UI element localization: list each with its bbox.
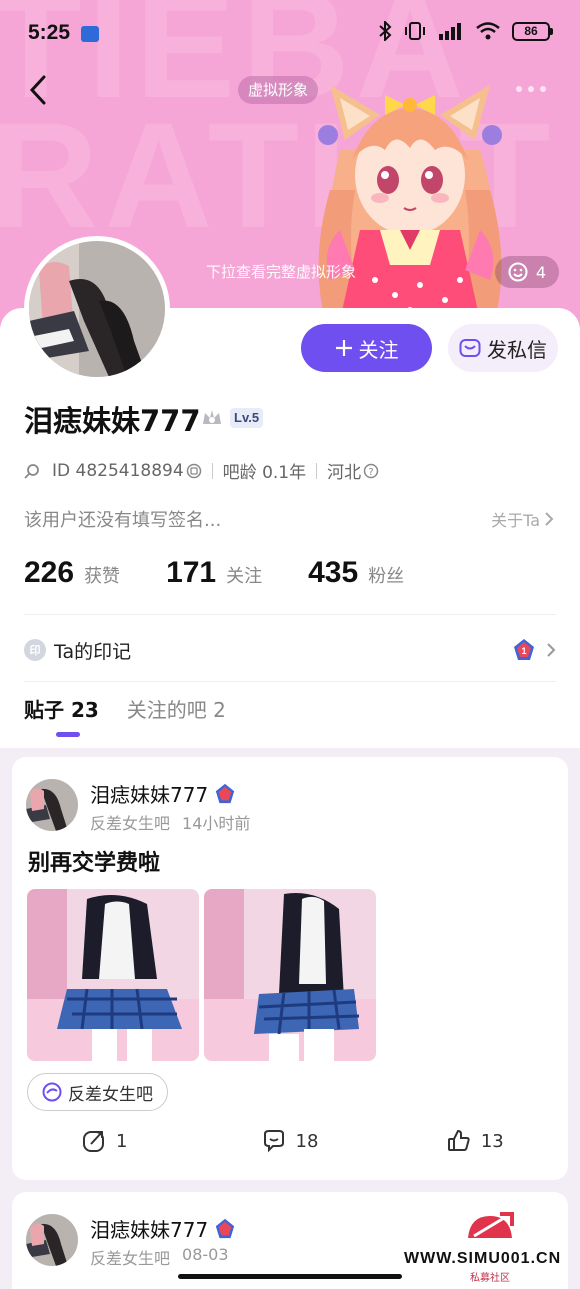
send-message-button[interactable]: 发私信: [448, 324, 558, 372]
rank-badge-icon: [216, 783, 235, 803]
more-options-icon[interactable]: [516, 86, 546, 92]
post-bar: 反差女生吧: [90, 814, 171, 833]
plus-icon: [335, 340, 352, 356]
post-image[interactable]: [27, 889, 199, 1061]
thumbs-up-icon: [447, 1129, 470, 1151]
post-time: 14小时前: [182, 814, 251, 833]
divider: [24, 681, 556, 682]
marks-title: Ta的印记: [54, 640, 132, 663]
stat-following-value: 171: [166, 556, 217, 589]
post-bar-tag-label: 反差女生吧: [68, 1084, 153, 1105]
marks-icon: 印: [24, 639, 46, 661]
stat-following[interactable]: 171 关注: [166, 556, 262, 590]
virtual-avatar-illustration[interactable]: [300, 80, 520, 320]
tab-followed-bars[interactable]: 关注的吧 2: [127, 694, 226, 723]
share-button[interactable]: 1: [12, 1129, 197, 1153]
bluetooth-icon: [379, 21, 392, 41]
vibrate-icon: [405, 22, 425, 40]
back-button[interactable]: [20, 70, 56, 110]
follow-label: 关注: [358, 337, 399, 362]
post-meta: 反差女生吧 08-03: [90, 1245, 229, 1269]
mail-icon: [459, 339, 481, 357]
post-author-name: 泪痣妹妹777: [90, 783, 209, 807]
tab-posts[interactable]: 贴子 23: [24, 694, 99, 737]
watermark-subtext: 私募社区: [470, 1273, 510, 1284]
site-watermark: WWW.SIMU001.CN 私募社区: [404, 1206, 580, 1284]
avatar-like-count: 4: [535, 262, 547, 282]
avatar-like-button[interactable]: 4: [495, 256, 559, 288]
post-card[interactable]: 泪痣妹妹777 反差女生吧 14小时前 别再交学费啦 反差女生吧 1 18 13: [12, 757, 568, 1180]
pull-down-hint: 下拉查看完整虚拟形象: [206, 263, 357, 281]
post-actions: 1 18 13: [12, 1129, 568, 1153]
level-badge[interactable]: Lv.5: [230, 408, 264, 428]
user-meta-row: ID 4825418894 吧龄 0.1年 河北 ?: [24, 458, 379, 483]
ta-marks-row[interactable]: 印 Ta的印记 1: [24, 630, 556, 670]
watermark-text: WWW.SIMU001.CN: [404, 1250, 562, 1267]
stat-likes-value: 226: [24, 556, 75, 589]
user-stats: 226 获赞 171 关注 435 粉丝: [24, 556, 450, 590]
about-ta-link[interactable]: 关于Ta: [491, 507, 554, 531]
divider: [24, 614, 556, 615]
bar-age: 吧龄 0.1年: [222, 463, 307, 483]
stat-likes[interactable]: 226 获赞: [24, 556, 120, 590]
post-time: 08-03: [182, 1245, 229, 1264]
rank-badge-icon: [216, 1218, 235, 1238]
app-notification-icon: [81, 26, 99, 42]
post-author-avatar[interactable]: [26, 779, 78, 831]
watermark-logo-icon: [468, 1212, 514, 1238]
post-meta: 反差女生吧 14小时前: [90, 810, 250, 834]
member-crown-icon[interactable]: [201, 408, 223, 428]
username: 泪痣妹妹777: [24, 404, 201, 438]
battery-icon: 86: [512, 21, 553, 41]
signal-icon: [439, 23, 461, 40]
like-count: 13: [480, 1130, 504, 1152]
stat-likes-label: 获赞: [84, 566, 121, 587]
user-avatar[interactable]: [24, 236, 170, 382]
share-icon: [82, 1131, 104, 1152]
share-count: 1: [115, 1130, 128, 1152]
chevron-right-icon: [545, 512, 554, 526]
wifi-icon: [476, 22, 500, 40]
post-author[interactable]: 泪痣妹妹777: [90, 779, 236, 808]
home-indicator[interactable]: [178, 1274, 402, 1279]
svg-text:?: ?: [368, 467, 373, 478]
user-signature: 该用户还没有填写签名...: [24, 510, 222, 531]
bar-icon: [42, 1082, 62, 1102]
virtual-avatar-tag[interactable]: 虚拟形象: [238, 76, 319, 104]
post-image[interactable]: [204, 889, 376, 1061]
post-author-avatar[interactable]: [26, 1214, 78, 1266]
follow-button[interactable]: 关注: [301, 324, 432, 372]
stat-following-label: 关注: [226, 566, 263, 587]
stat-fans-value: 435: [308, 556, 359, 589]
comment-count: 18: [295, 1130, 319, 1152]
search-id-icon: [24, 463, 39, 479]
send-message-label: 发私信: [487, 337, 547, 362]
post-bar-tag[interactable]: 反差女生吧: [27, 1073, 168, 1111]
comment-button[interactable]: 18: [197, 1129, 382, 1153]
profile-tabs: 贴子 23 关注的吧 2: [24, 694, 226, 737]
marks-right: 1: [512, 638, 556, 662]
copy-icon[interactable]: [186, 463, 202, 479]
post-title[interactable]: 别再交学费啦: [28, 845, 160, 877]
post-author[interactable]: 泪痣妹妹777: [90, 1214, 236, 1243]
chevron-right-icon: [547, 643, 556, 657]
rank-badge-number: 1: [521, 646, 526, 656]
about-ta-label: 关于Ta: [491, 511, 540, 530]
post-author-name: 泪痣妹妹777: [90, 1218, 209, 1242]
stat-fans-label: 粉丝: [368, 566, 405, 587]
user-avatar-image: [29, 241, 165, 377]
stat-fans[interactable]: 435 粉丝: [308, 556, 404, 590]
help-icon[interactable]: ?: [363, 463, 379, 479]
user-id: ID 4825418894: [52, 460, 184, 481]
status-time: 5:25: [28, 21, 71, 44]
status-bar: 5:25 86: [0, 0, 580, 66]
smile-icon: [508, 262, 528, 282]
status-icons: 86: [378, 21, 553, 41]
chevron-left-icon: [29, 75, 46, 105]
user-location: 河北: [327, 463, 362, 483]
rank-badge-icon: 1: [514, 639, 534, 660]
like-button[interactable]: 13: [383, 1129, 568, 1153]
post-bar: 反差女生吧: [90, 1249, 171, 1268]
comment-icon: [263, 1130, 284, 1153]
